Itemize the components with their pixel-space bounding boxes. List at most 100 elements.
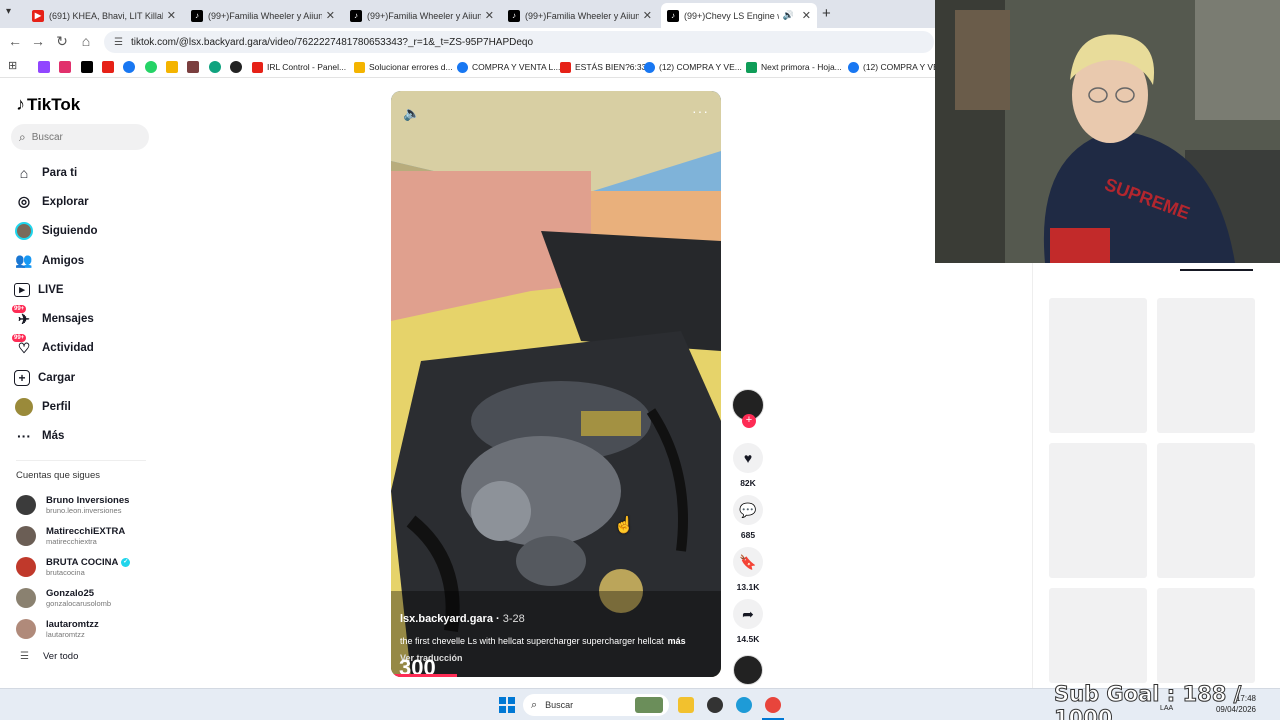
browser-tab-4[interactable]: ♪ (99+)Familia Wheeler y Aiiunis ✕ bbox=[502, 3, 658, 28]
edge-icon[interactable] bbox=[736, 697, 752, 713]
bookmark-6[interactable]: Next primora - Hoja... bbox=[746, 60, 842, 74]
volume-icon[interactable]: 🔈 bbox=[403, 105, 420, 122]
search-icon: ⌕ bbox=[531, 698, 538, 711]
more-link[interactable]: más bbox=[668, 636, 686, 646]
nav-item-siguiendo[interactable]: Siguiendo bbox=[14, 217, 154, 246]
twitch-icon[interactable] bbox=[38, 61, 50, 73]
share-button[interactable]: ➦ bbox=[733, 599, 763, 629]
sidebar-divider bbox=[16, 460, 146, 461]
close-tab-icon[interactable]: ✕ bbox=[167, 9, 176, 22]
facebook-icon[interactable] bbox=[123, 61, 135, 73]
share-count: 14.5K bbox=[736, 634, 760, 644]
bookmark-4[interactable]: ESTÁS BIEN?6:33 bbox=[560, 60, 646, 74]
url-text: tiktok.com/@lsx.backyard.gara/video/7622… bbox=[130, 36, 534, 48]
windows-start-icon[interactable] bbox=[499, 697, 515, 713]
follow-plus-icon[interactable]: + bbox=[742, 414, 756, 428]
following-item[interactable]: lautaromtzz lautaromtzz bbox=[16, 613, 156, 644]
close-tab-icon[interactable]: ✕ bbox=[485, 9, 494, 22]
close-tab-icon[interactable]: ✕ bbox=[802, 9, 811, 22]
youtube-icon: ▶ bbox=[32, 9, 44, 22]
loading-placeholder bbox=[1049, 443, 1147, 578]
comment-icon: 💬 bbox=[739, 501, 757, 518]
bookmark-7[interactable]: (12) COMPRA Y VE... bbox=[848, 60, 946, 74]
bookmark-favicon bbox=[848, 61, 859, 73]
youtube-icon[interactable] bbox=[102, 61, 114, 73]
browser-tab-2[interactable]: ♪ (99+)Familia Wheeler y Aiiunis ✕ bbox=[185, 3, 341, 28]
x-icon[interactable] bbox=[81, 61, 93, 73]
save-button[interactable]: 🔖 bbox=[733, 547, 763, 577]
whatsapp-icon[interactable] bbox=[145, 61, 157, 73]
apps-grid-icon[interactable]: ⊞ bbox=[8, 59, 17, 72]
url-field[interactable]: ☰ tiktok.com/@lsx.backyard.gara/video/76… bbox=[104, 31, 934, 53]
search-icon: ⌕ bbox=[19, 129, 26, 144]
verified-badge-icon: ✓ bbox=[121, 557, 131, 567]
bookmark-app-icon[interactable] bbox=[187, 61, 199, 73]
following-item[interactable]: BRUTA COCINA ✓ brutacocina bbox=[16, 552, 156, 583]
video-progress-bar[interactable] bbox=[391, 674, 457, 677]
creator-avatar[interactable]: + bbox=[732, 389, 764, 428]
following-item[interactable]: Gonzalo25 gonzalocarusolomb bbox=[16, 582, 156, 613]
tiktok-note-icon: ♪ bbox=[16, 94, 25, 114]
profile-avatar bbox=[14, 397, 34, 417]
reload-icon[interactable]: ↻ bbox=[53, 33, 71, 50]
webcam-image: SUPREME bbox=[935, 0, 1280, 263]
nav-item-explorar[interactable]: ◎ Explorar bbox=[14, 187, 154, 216]
tab-search-chevron-icon[interactable]: ▾ bbox=[6, 6, 11, 17]
close-tab-icon[interactable]: ✕ bbox=[326, 9, 335, 22]
speaker-icon[interactable]: 🔊 bbox=[783, 10, 794, 21]
bookmark-1[interactable]: IRL Control - Panel... bbox=[252, 60, 346, 74]
nav-item-actividad[interactable]: ♡ 99+ Actividad bbox=[12, 334, 154, 363]
video-author[interactable]: lsx.backyard.gara · 3-28 bbox=[400, 613, 525, 625]
bookmark-favicon bbox=[457, 61, 468, 73]
search-input[interactable] bbox=[31, 131, 132, 143]
bookmark-5[interactable]: (12) COMPRA Y VE... bbox=[644, 60, 742, 74]
right-panel-tab-indicator bbox=[1180, 269, 1253, 271]
back-icon[interactable]: ← bbox=[6, 33, 24, 49]
comment-count: 685 bbox=[740, 530, 756, 540]
sound-disc-avatar[interactable] bbox=[733, 655, 763, 685]
tiktok-icon: ♪ bbox=[667, 9, 679, 22]
live-icon: ▸ bbox=[14, 282, 30, 297]
see-all-button[interactable]: ☰ Ver todo bbox=[20, 651, 78, 662]
tiktok-logo[interactable]: ♪ TikTok bbox=[16, 94, 80, 115]
file-explorer-icon[interactable] bbox=[678, 697, 694, 713]
browser-tab-1[interactable]: ▶ (691) KHEA, Bhavi, LIT Killah, As ✕ bbox=[26, 3, 182, 28]
comment-button[interactable]: 💬 bbox=[733, 495, 763, 525]
tiktok-icon: ♪ bbox=[508, 9, 520, 22]
more-icon: ··· bbox=[17, 428, 31, 445]
close-tab-icon[interactable]: ✕ bbox=[643, 9, 652, 22]
search-box[interactable]: ⌕ bbox=[11, 124, 149, 150]
forward-icon[interactable]: → bbox=[29, 33, 47, 49]
browser-tab-3[interactable]: ♪ (99+)Familia Wheeler y Aiiunis ✕ bbox=[344, 3, 500, 28]
nav-item-perfil[interactable]: Perfil bbox=[14, 392, 154, 421]
sidebar-nav: ⌂ Para ti ◎ Explorar Siguiendo 👥 Amigos … bbox=[12, 158, 154, 451]
following-item[interactable]: Bruno Inversiones bruno.leon.inversiones bbox=[16, 490, 156, 521]
right-panel-divider bbox=[1032, 263, 1033, 688]
site-info-icon[interactable]: ☰ bbox=[114, 37, 123, 48]
nav-item-para-ti[interactable]: ⌂ Para ti bbox=[14, 158, 154, 187]
obs-icon[interactable] bbox=[707, 697, 723, 713]
home-icon[interactable]: ⌂ bbox=[77, 33, 95, 49]
more-options-icon[interactable]: ··· bbox=[692, 103, 709, 119]
github-icon[interactable] bbox=[230, 61, 242, 73]
bookmark-3[interactable]: COMPRA Y VENTA L... bbox=[457, 60, 560, 74]
video-player[interactable]: 🔈 ··· lsx.backyard.gara · 3-28 the first… bbox=[391, 91, 721, 677]
bookmark-favicon bbox=[746, 61, 757, 73]
browser-tab-active[interactable]: ♪ (99+)Chevy LS Engine with 🔊 ✕ bbox=[661, 3, 817, 28]
bookmark-2[interactable]: Solucionar errores d... bbox=[354, 60, 453, 74]
instagram-icon[interactable] bbox=[59, 61, 71, 73]
like-button[interactable]: ♥ bbox=[733, 443, 763, 473]
avatar bbox=[16, 526, 36, 547]
new-tab-button[interactable]: + bbox=[822, 5, 831, 22]
chatgpt-icon[interactable] bbox=[209, 61, 221, 73]
nav-item-live[interactable]: ▸ LIVE bbox=[14, 275, 154, 304]
following-item[interactable]: MatirecchiEXTRA matirecchiextra bbox=[16, 521, 156, 552]
microsoft-icon[interactable] bbox=[166, 61, 178, 73]
nav-item-mas[interactable]: ··· Más bbox=[14, 422, 154, 451]
nav-item-amigos[interactable]: 👥 Amigos bbox=[14, 246, 154, 275]
taskbar-search[interactable]: ⌕ Buscar bbox=[523, 694, 669, 716]
chrome-icon[interactable] bbox=[765, 697, 781, 713]
nav-item-mensajes[interactable]: ✈ 99+ Mensajes bbox=[12, 304, 154, 333]
video-actions: + ♥ 82K 💬 685 🔖 13.1K ➦ 14.5K bbox=[731, 389, 765, 685]
nav-item-cargar[interactable]: + Cargar bbox=[14, 363, 154, 392]
